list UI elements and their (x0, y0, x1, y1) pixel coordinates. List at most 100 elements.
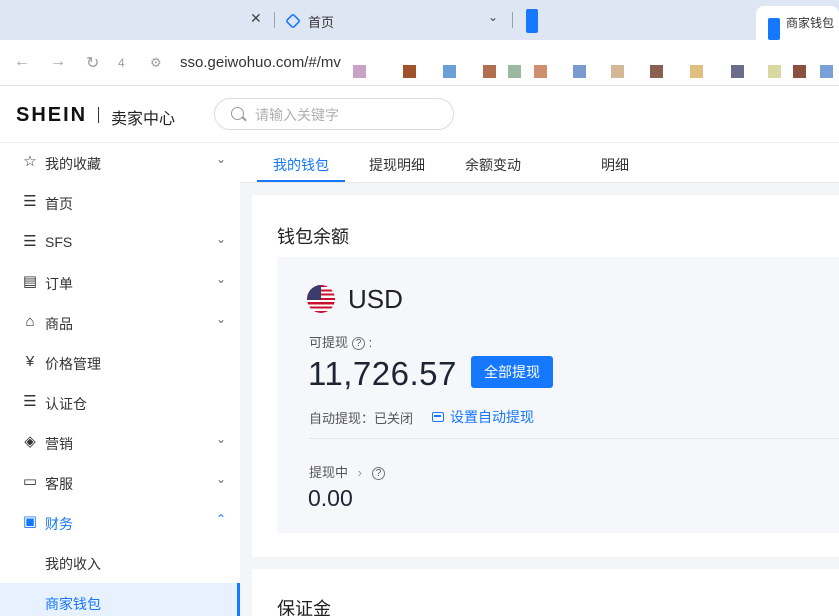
sidebar-item-home[interactable]: ☰ 首页 (0, 183, 240, 223)
sidebar-item-sfs[interactable]: ☰ SFS ⌄ (0, 223, 240, 263)
sidebar-item-label: 客服 (45, 476, 73, 492)
list-icon: ☰ (23, 393, 37, 410)
tab-favicon-icon (768, 18, 780, 40)
tag-icon: ◈ (24, 433, 36, 450)
chevron-down-icon: ⌄ (216, 152, 227, 166)
tab-separator (512, 12, 513, 28)
help-icon[interactable]: ? (371, 467, 385, 481)
search-icon (231, 107, 244, 120)
tab-favicon-icon (285, 13, 301, 29)
sidebar-item-favorites[interactable]: ☆ 我的收藏 ⌄ (0, 143, 240, 183)
tab-dropdown-icon[interactable]: ⌄ (488, 10, 498, 24)
withdraw-all-button[interactable]: 全部提现 (471, 356, 553, 388)
blur-pixel (483, 65, 496, 78)
seller-center-title: 卖家中心 (111, 111, 176, 128)
logo-divider (98, 107, 99, 123)
sidebar-item-marketing[interactable]: ◈ 营销 ⌄ (0, 423, 240, 463)
blur-pixel (534, 65, 547, 78)
price-icon: ¥ (25, 353, 35, 370)
blur-pixel (443, 65, 456, 78)
sidebar-item-certified-warehouse[interactable]: ☰ 认证仓 (0, 383, 240, 423)
tab-details[interactable]: 明细 (601, 155, 629, 175)
reload-icon[interactable]: ↻ (86, 53, 99, 73)
chevron-down-icon: ⌄ (216, 272, 227, 286)
blur-pixel (690, 65, 703, 78)
list-icon: ☰ (23, 193, 37, 210)
sidebar-item-orders[interactable]: ▤ 订单 ⌄ (0, 263, 240, 303)
chevron-right-icon: › (357, 465, 362, 480)
pending-amount: 0.00 (308, 485, 353, 511)
sidebar-item-label: 首页 (45, 196, 73, 212)
browser-tab-bar: ✕ 首页 ⌄ 商家钱包 (0, 0, 839, 40)
sidebar-item-label: 认证仓 (45, 396, 87, 412)
help-icon[interactable]: ? (352, 337, 366, 351)
site-settings-icon[interactable]: ⚙ (150, 55, 162, 71)
tab-close-icon[interactable]: ✕ (250, 10, 262, 27)
chevron-up-icon: ⌃ (216, 512, 227, 526)
browser-tab-home[interactable]: 首页 (285, 8, 335, 34)
browser-tab-wallet[interactable]: 商家钱包 (756, 6, 839, 40)
star-icon: ☆ (23, 153, 37, 170)
blur-pixel (353, 65, 366, 78)
available-label-colon: : (368, 335, 373, 350)
deposit-card: 保证金 (252, 569, 839, 616)
blur-pixel (611, 65, 624, 78)
sidebar-item-label: 价格管理 (45, 356, 101, 372)
chevron-down-icon: ⌄ (216, 232, 227, 246)
card-icon (432, 412, 444, 422)
wallet-balance-card: 钱包余额 USD 可提现? : 11,726.57 全部提现 自动提现：已关闭 … (252, 195, 839, 557)
pending-withdraw-label[interactable]: 提现中 ›? (309, 462, 385, 481)
available-label-text: 可提现 (309, 335, 349, 350)
wallet-balance-title: 钱包余额 (277, 227, 349, 247)
list-icon: ☰ (23, 233, 37, 250)
blur-pixel (768, 65, 781, 78)
divider (309, 438, 839, 439)
tab-withdrawal-details[interactable]: 提现明细 (369, 155, 425, 175)
blur-pixel (573, 65, 586, 78)
search-input[interactable] (255, 105, 445, 125)
address-bar: ← → ↻ 4 ⚙ sso.geiwohuo.com/#/mv (0, 40, 839, 86)
active-tab-indicator (257, 180, 345, 182)
blur-pixel (793, 65, 806, 78)
blur-pixel (508, 65, 521, 78)
tab-my-wallet[interactable]: 我的钱包 (273, 155, 329, 175)
available-withdraw-label: 可提现? : (309, 332, 372, 351)
main-content: 我的钱包 提现明细 余额变动 明细 钱包余额 USD 可提现? : 11,726… (240, 143, 839, 616)
tab-label: 首页 (308, 14, 335, 30)
sidebar-subitem-my-income[interactable]: 我的收入 (0, 543, 240, 583)
sidebar-item-pricing[interactable]: ¥ 价格管理 (0, 343, 240, 383)
set-auto-withdraw-link[interactable]: 设置自动提现 (432, 407, 534, 427)
chevron-down-icon: ⌄ (216, 312, 227, 326)
wallet-icon: ▣ (22, 513, 38, 530)
shein-logo[interactable]: SHEIN (16, 104, 87, 127)
back-icon[interactable]: ← (14, 53, 30, 71)
sidebar-item-finance[interactable]: ▣ 财务 ⌃ (0, 503, 240, 543)
browser-tab-blurred[interactable] (526, 8, 538, 34)
sidebar-item-label: 商品 (45, 316, 73, 332)
tab-label: 商家钱包 (786, 16, 835, 30)
sidebar-item-label: SFS (45, 234, 73, 250)
document-icon: ▤ (22, 273, 38, 290)
sidebar-item-label: 营销 (45, 436, 73, 452)
sidebar: ☆ 我的收藏 ⌄ ☰ 首页 ☰ SFS ⌄ ▤ 订单 ⌄ ⌂ 商品 ⌄ ¥ 价格… (0, 143, 240, 616)
sidebar-item-label: 财务 (45, 516, 73, 532)
blur-pixel (403, 65, 416, 78)
sidebar-subitem-merchant-wallet[interactable]: 商家钱包 (0, 583, 240, 616)
usd-balance-panel: USD 可提现? : 11,726.57 全部提现 自动提现：已关闭 设置自动提… (277, 257, 839, 533)
forward-icon[interactable]: → (50, 53, 66, 71)
sidebar-item-customer-service[interactable]: ▭ 客服 ⌄ (0, 463, 240, 503)
search-box[interactable] (214, 98, 454, 130)
tab-balance-changes[interactable]: 余额变动 (465, 155, 521, 175)
wallet-tabs: 我的钱包 提现明细 余额变动 明细 (240, 143, 839, 183)
chat-icon: ▭ (22, 473, 38, 490)
sidebar-item-label: 订单 (45, 276, 73, 292)
app-header: SHEIN 卖家中心 (0, 86, 839, 143)
currency-code: USD (348, 284, 403, 314)
sidebar-item-products[interactable]: ⌂ 商品 ⌄ (0, 303, 240, 343)
deposit-title: 保证金 (277, 599, 331, 616)
url-field[interactable]: sso.geiwohuo.com/#/mv (180, 54, 341, 71)
sidebar-item-label: 商家钱包 (45, 596, 101, 612)
blur-pixel (820, 65, 833, 78)
sidebar-item-label: 我的收入 (45, 556, 101, 572)
auto-withdraw-status: 自动提现：已关闭 (309, 411, 414, 426)
